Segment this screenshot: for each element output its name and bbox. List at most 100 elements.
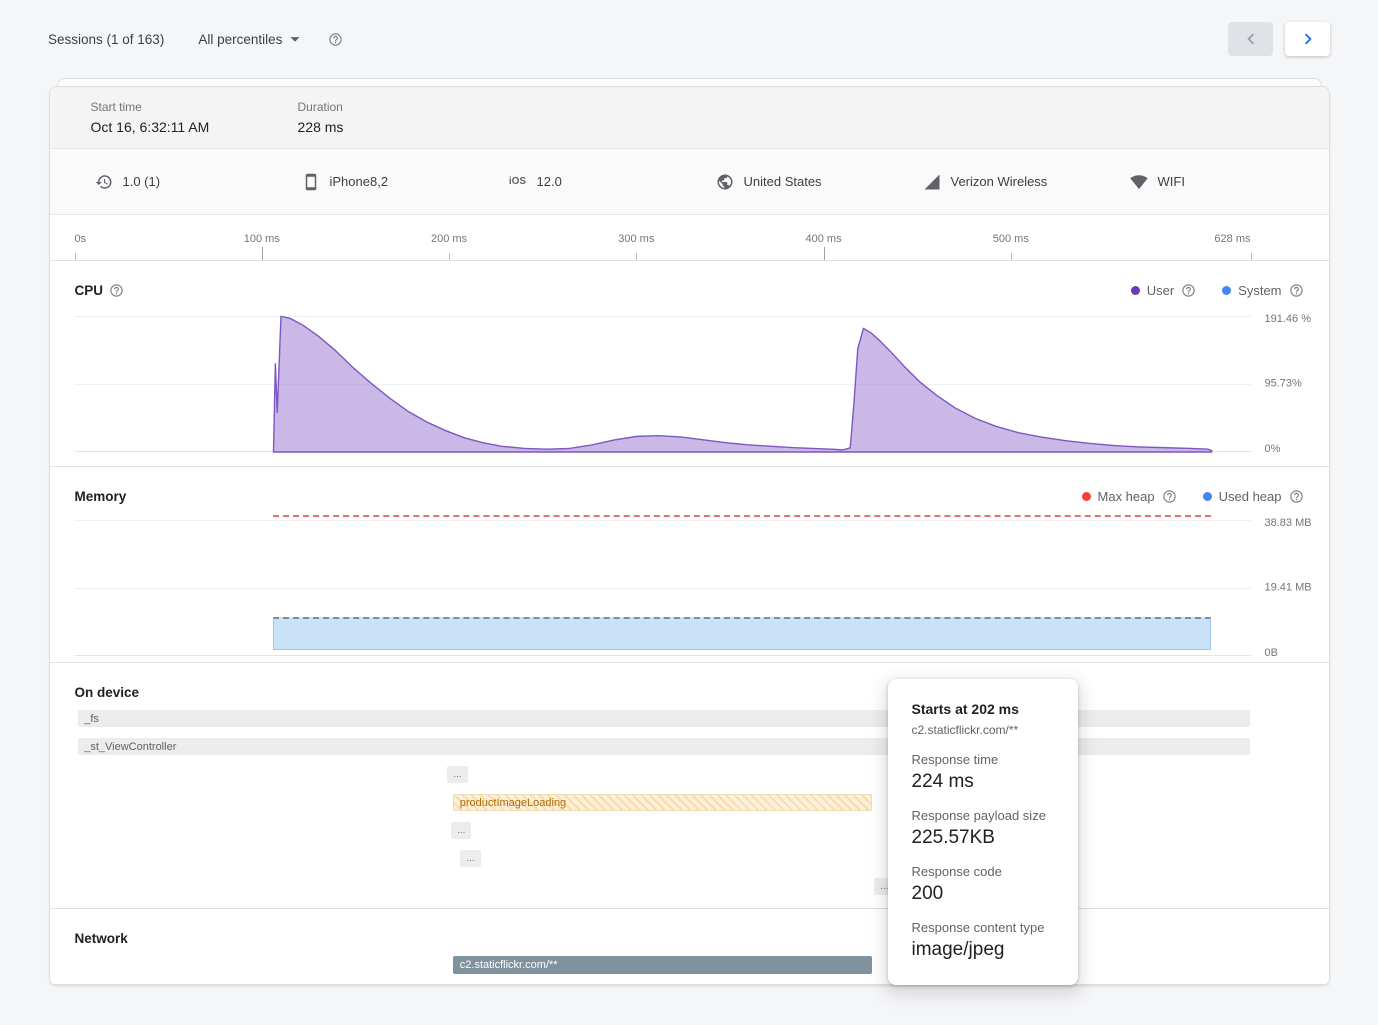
tooltip-stat: Response content typeimage/jpeg <box>912 920 1054 961</box>
duration-label: Duration <box>298 100 505 114</box>
network-section: Network c2.staticflickr.com/** <box>50 909 1329 985</box>
tooltip-stat: Response payload size225.57KB <box>912 808 1054 849</box>
memory-legend: Max heapUsed heap <box>1082 489 1304 504</box>
help-icon[interactable] <box>109 283 124 298</box>
toolbar: Sessions (1 of 163) All percentiles <box>0 0 1378 78</box>
globe-icon <box>716 173 734 191</box>
tooltip-stat-value: 200 <box>912 883 1054 905</box>
timeline-tick-label: 300 ms <box>618 233 654 245</box>
ios-icon: iOS <box>509 176 527 187</box>
tooltip-title: Starts at 202 ms <box>912 701 1054 717</box>
help-icon[interactable] <box>328 32 343 47</box>
cpu-legend: User System <box>1131 283 1304 298</box>
timeline-tick-mark <box>449 253 450 260</box>
help-icon[interactable] <box>1289 283 1304 298</box>
timeline-tick-label: 200 ms <box>431 233 467 245</box>
session-detail-card: Start time Oct 16, 6:32:11 AM Duration 2… <box>49 86 1330 986</box>
timeline-tick-label: 100 ms <box>244 233 280 245</box>
memory-section-title: Memory <box>75 489 127 504</box>
device-attribute-label: WIFI <box>1158 174 1185 189</box>
on-device-section: On device _fs_st_ViewController...produc… <box>50 663 1329 909</box>
tooltip-request-url: c2.staticflickr.com/** <box>912 723 1054 737</box>
smartphone-icon <box>302 173 320 191</box>
network-request-bar[interactable]: c2.staticflickr.com/** <box>453 956 872 974</box>
memory-max-heap-line <box>273 515 1211 517</box>
legend-dot <box>1203 492 1212 501</box>
previous-session-button[interactable] <box>1228 22 1273 56</box>
device-attribute-label: United States <box>744 174 822 189</box>
help-icon[interactable] <box>1181 283 1196 298</box>
timeline-tick-label: 628 ms <box>1214 233 1250 245</box>
help-icon[interactable] <box>1289 489 1304 504</box>
device-attribute-iphone8-2: iPhone8,2 <box>302 173 509 191</box>
device-attribute-wifi: WIFI <box>1130 173 1185 191</box>
device-attribute-label: iPhone8,2 <box>330 174 389 189</box>
cpu-section-title: CPU <box>75 283 104 298</box>
legend-item-user: User <box>1131 283 1196 298</box>
timeline-tick-label: 0s <box>75 233 87 245</box>
trace-bar-label: _fs <box>84 713 99 725</box>
network-request-tooltip: Starts at 202 ms c2.staticflickr.com/** … <box>888 679 1078 985</box>
legend-label: System <box>1238 283 1281 298</box>
legend-label: User <box>1147 283 1174 298</box>
trace-bar-label: ... <box>466 853 474 864</box>
device-info-row: 1.0 (1) iPhone8,2 iOS 12.0 United States Veri… <box>50 149 1329 215</box>
cpu-chart[interactable]: 191.46 % 95.73% 0% <box>75 316 1251 452</box>
tooltip-stat-label: Response time <box>912 752 1054 767</box>
collapsed-trace-chip[interactable]: ... <box>460 850 481 867</box>
device-attribute-12-0: iOS 12.0 <box>509 174 716 189</box>
trace-bar[interactable]: productImageLoading <box>453 794 872 811</box>
next-session-button[interactable] <box>1285 22 1330 56</box>
device-attribute-1-0-1-: 1.0 (1) <box>95 173 302 191</box>
percentile-dropdown-label: All percentiles <box>198 32 282 47</box>
device-attribute-label: 12.0 <box>537 174 562 189</box>
on-device-section-title: On device <box>75 685 140 700</box>
timeline-tick-label: 400 ms <box>805 233 841 245</box>
cpu-axis-label-zero: 0% <box>1265 442 1313 457</box>
trace-bar-label: ... <box>457 825 465 836</box>
timeline-tick-mark <box>636 253 637 260</box>
on-device-section-head: On device <box>50 663 1329 702</box>
legend-dot <box>1222 286 1231 295</box>
legend-dot <box>1131 286 1140 295</box>
timeline-ruler-plot: 0s 100 ms 200 ms 300 ms 400 ms 500 ms 628 ms <box>75 215 1251 260</box>
start-time-value: Oct 16, 6:32:11 AM <box>91 119 298 135</box>
memory-axis-label-mid: 19.41 MB <box>1265 580 1313 595</box>
tooltip-stat-label: Response code <box>912 864 1054 879</box>
sessions-count-label: Sessions (1 of 163) <box>48 32 164 47</box>
tooltip-stat: Response time 224 ms <box>912 752 1054 793</box>
timeline-ruler: 0s 100 ms 200 ms 300 ms 400 ms 500 ms 628 ms <box>50 215 1329 261</box>
cpu-axis-label-mid: 95.73% <box>1265 376 1313 391</box>
memory-chart[interactable]: 38.83 MB 19.41 MB 0B <box>75 520 1251 656</box>
cpu-section: CPU User System 191.46 % 95.73% 0% <box>50 261 1329 467</box>
timeline-tick-mark <box>1251 253 1252 260</box>
start-time-field: Start time Oct 16, 6:32:11 AM <box>91 100 298 148</box>
legend-label: Used heap <box>1219 489 1282 504</box>
timeline-tick-label: 500 ms <box>993 233 1029 245</box>
duration-field: Duration 228 ms <box>298 100 505 148</box>
device-attribute-verizon-wireless: Verizon Wireless <box>923 173 1130 191</box>
tooltip-stat-value: 224 ms <box>912 771 1054 793</box>
tooltip-stats: Response time 224 ms Response payload size… <box>912 752 1054 961</box>
tooltip-stat-value: 225.57KB <box>912 827 1054 849</box>
app-version-history-icon <box>95 173 113 191</box>
trace-bar-label: ... <box>453 769 461 780</box>
cpu-section-head: CPU User System <box>50 261 1329 300</box>
memory-section-head: Memory Max heapUsed heap <box>50 467 1329 506</box>
collapsed-trace-chip[interactable]: ... <box>451 822 472 839</box>
cpu-axis-label-max: 191.46 % <box>1265 312 1313 327</box>
collapsed-trace-chip[interactable]: ... <box>447 766 468 783</box>
memory-section: Memory Max heapUsed heap 38.83 MB 19.41 … <box>50 467 1329 663</box>
device-attribute-united-states: United States <box>716 173 923 191</box>
percentile-dropdown[interactable]: All percentiles <box>198 28 306 50</box>
device-attribute-label: 1.0 (1) <box>123 174 161 189</box>
gridline <box>75 588 1251 589</box>
memory-used-heap-band <box>273 617 1211 651</box>
cpu-user-area-path <box>273 316 1211 452</box>
device-attribute-label: Verizon Wireless <box>951 174 1048 189</box>
chevron-left-icon <box>1240 28 1262 50</box>
timeline-tick-mark <box>262 247 263 260</box>
network-section-head: Network <box>50 909 1329 948</box>
help-icon[interactable] <box>1162 489 1177 504</box>
session-card-stack-edge <box>57 78 1322 86</box>
